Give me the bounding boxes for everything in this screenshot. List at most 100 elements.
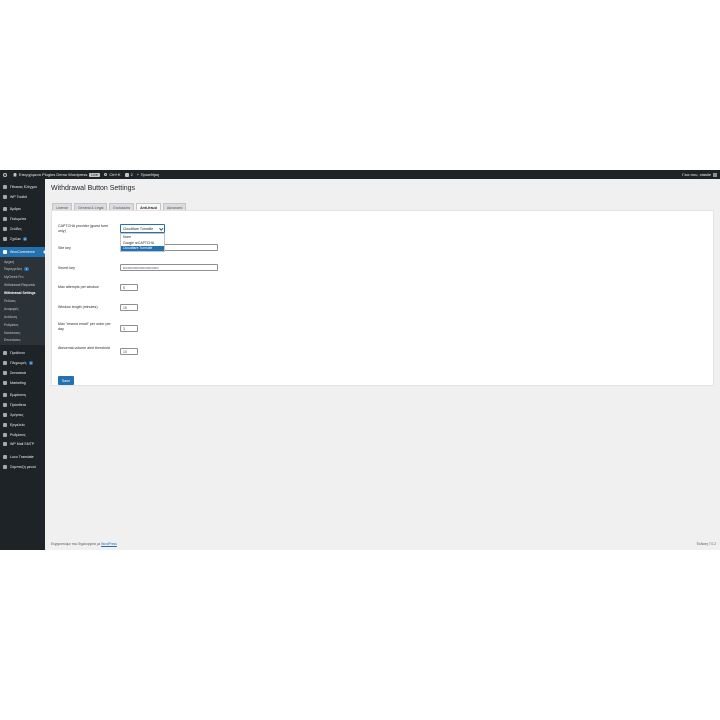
collapse-icon [3, 465, 7, 470]
settings-icon [3, 432, 7, 437]
submenu-item[interactable]: Ανάλυση [0, 313, 45, 321]
media-icon [3, 217, 7, 222]
sidebar-item-label: Εμφάνιση [10, 393, 26, 398]
abnormal-threshold-label: Abnormal-volume alert threshold [58, 346, 110, 350]
captcha-option-cloudflare-turnstile[interactable]: Cloudflare Turnstile [121, 245, 164, 252]
sidebar-item-brush[interactable]: Εμφάνιση [0, 391, 45, 401]
comments-menu[interactable]: 2 [124, 172, 133, 177]
footer-version: Έκδοση 7.0.2 [696, 542, 716, 546]
admin-sidebar: Πίνακας Ελέγχου WP Toolkit Άρθρα Πολυμέσα Σ… [0, 179, 45, 550]
sidebar-item-page[interactable]: Σελίδες [0, 224, 45, 234]
sidebar-item-megaphone[interactable]: Marketing [0, 378, 45, 388]
window-length-input[interactable]: 15 [120, 304, 138, 311]
submenu-item-label: Withdrawal Requests [4, 283, 36, 288]
site-name-menu[interactable]: Επερχόμενο Plugins Demo Wordpress Live [13, 172, 100, 177]
sidebar-item-toolkit[interactable]: WP Toolkit [0, 192, 45, 202]
sidebar-item-users[interactable]: Χρήστες [0, 410, 45, 420]
sidebar-item-mail[interactable]: WP Mail SMTP [0, 440, 45, 450]
sidebar-item-stats[interactable]: Στατιστικά [0, 368, 45, 378]
submenu-item[interactable]: Παραγγελίες 1 [0, 265, 45, 273]
command-palette[interactable]: Ctrl+K [103, 172, 121, 177]
submenu-item[interactable]: Κατάσταση [0, 329, 45, 337]
payments-icon [3, 361, 7, 366]
page-title: Withdrawal Button Settings [51, 185, 136, 192]
chevron-down-icon [158, 226, 163, 230]
dashboard-icon [3, 184, 7, 189]
submenu-item[interactable]: Επεκτάσεις [0, 336, 45, 344]
sidebar-item-dashboard[interactable]: Πίνακας Ελέγχου [0, 182, 45, 192]
plus-icon: + [136, 172, 140, 177]
captcha-provider-select[interactable]: Cloudflare Turnstile [120, 224, 165, 233]
shortcut-label: Ctrl+K [109, 172, 121, 177]
footer-thanks-text: Ευχαριστούμε που δημιουργείτε με [51, 542, 102, 546]
settings-panel: CAPTCHA provider (guest form only) Cloud… [51, 210, 714, 386]
sidebar-item-pin[interactable]: Άρθρα [0, 205, 45, 215]
submenu-item-label: Κατάσταση [4, 330, 21, 335]
submenu-item-label: MyGreek Pro [4, 275, 24, 280]
sidebar-item-woocommerce[interactable]: WooCommerce [0, 246, 45, 257]
sidebar-item-label: Πολυμέσα [10, 217, 27, 222]
secret-key-label: Secret key [58, 266, 75, 270]
submenu-item[interactable]: Αναφορές [0, 305, 45, 313]
mail-icon [3, 442, 7, 447]
footer-thanks: Ευχαριστούμε που δημιουργείτε με WordPre… [51, 542, 117, 546]
max-attempts-label: Max attempts per window [58, 285, 99, 289]
stats-icon [3, 370, 7, 375]
wordpress-icon [3, 172, 7, 177]
sidebar-item-products[interactable]: Προϊόντα [0, 348, 45, 358]
secret-key-input[interactable]: •••••••••••••••••••••••••••••• [120, 264, 218, 271]
sidebar-item-label: Προϊόντα [10, 351, 25, 356]
site-key-label: Site key [58, 246, 71, 250]
woo-icon [3, 249, 7, 254]
sidebar-item-label: Στατιστικά [10, 370, 26, 375]
count-badge: 1 [24, 267, 29, 272]
submenu-item[interactable]: Withdrawal Requests [0, 281, 45, 289]
sidebar-item-label: Marketing [10, 380, 26, 385]
sidebar-item-media[interactable]: Πολυμέσα [0, 214, 45, 224]
sidebar-item-translate[interactable]: Loco Translate [0, 452, 45, 462]
account-menu[interactable]: Γεια σου, xtasile [682, 172, 717, 177]
submenu-item[interactable]: Πελάτες [0, 297, 45, 305]
sidebar-item-payments[interactable]: Πληρωμές 1 [0, 358, 45, 368]
max-resend-input[interactable]: 3 [120, 325, 138, 332]
submenu-item[interactable]: MyGreek Pro [0, 273, 45, 281]
max-attempts-input[interactable]: 5 [120, 284, 138, 291]
greeting: Γεια σου, xtasile [682, 172, 711, 177]
submenu-item[interactable]: Withdrawal Settings [0, 289, 45, 297]
submenu-item-label: Αναφορές [4, 306, 19, 311]
save-button[interactable]: Save [58, 376, 74, 385]
admin-screen: Επερχόμενο Plugins Demo Wordpress Live C… [0, 170, 720, 550]
users-icon [3, 413, 7, 418]
abnormal-threshold-value: 10 [123, 349, 127, 354]
sidebar-item-comment[interactable]: Σχόλια 2 [0, 234, 45, 244]
captcha-selected-value: Cloudflare Turnstile [123, 226, 154, 231]
submenu-item[interactable]: Ρυθμίσεις [0, 321, 45, 329]
wp-logo-menu[interactable] [3, 172, 9, 177]
submenu-item[interactable]: Αρχική [0, 258, 45, 266]
max-attempts-value: 5 [123, 285, 125, 290]
comment-bubble-icon [124, 172, 129, 177]
comments-count: 2 [130, 172, 133, 177]
sidebar-item-label: Σελίδες [10, 227, 22, 232]
wordpress-link[interactable]: WordPress [101, 542, 117, 546]
sidebar-item-label: Πίνακας Ελέγχου [10, 184, 38, 189]
comment-icon [3, 236, 7, 241]
search-icon [103, 172, 108, 177]
main-content: Withdrawal Button Settings License Genera… [45, 179, 720, 550]
submenu-item-label: Παραγγελίες [4, 267, 23, 272]
sidebar-item-settings[interactable]: Ρυθμίσεις [0, 430, 45, 440]
submenu-item-label: Αρχική [4, 259, 15, 264]
sidebar-item-wrench[interactable]: Εργαλεία [0, 420, 45, 430]
submenu-item-label: Ανάλυση [4, 314, 17, 319]
sidebar-item-collapse[interactable]: Σύμπτυξη μενού [0, 462, 45, 472]
sidebar-item-label: Εργαλεία [10, 422, 25, 427]
count-badge: 2 [22, 236, 28, 241]
captcha-provider-label: CAPTCHA provider (guest form only) [58, 224, 109, 233]
submenu-item-label: Επεκτάσεις [4, 338, 21, 343]
sidebar-item-plugin[interactable]: Πρόσθετα [0, 400, 45, 410]
sidebar-item-label: Ρυθμίσεις [10, 432, 26, 437]
new-content-menu[interactable]: + Προσθήκη [137, 172, 159, 177]
page-icon [3, 227, 7, 232]
megaphone-icon [3, 380, 7, 385]
abnormal-threshold-input[interactable]: 10 [120, 348, 138, 355]
